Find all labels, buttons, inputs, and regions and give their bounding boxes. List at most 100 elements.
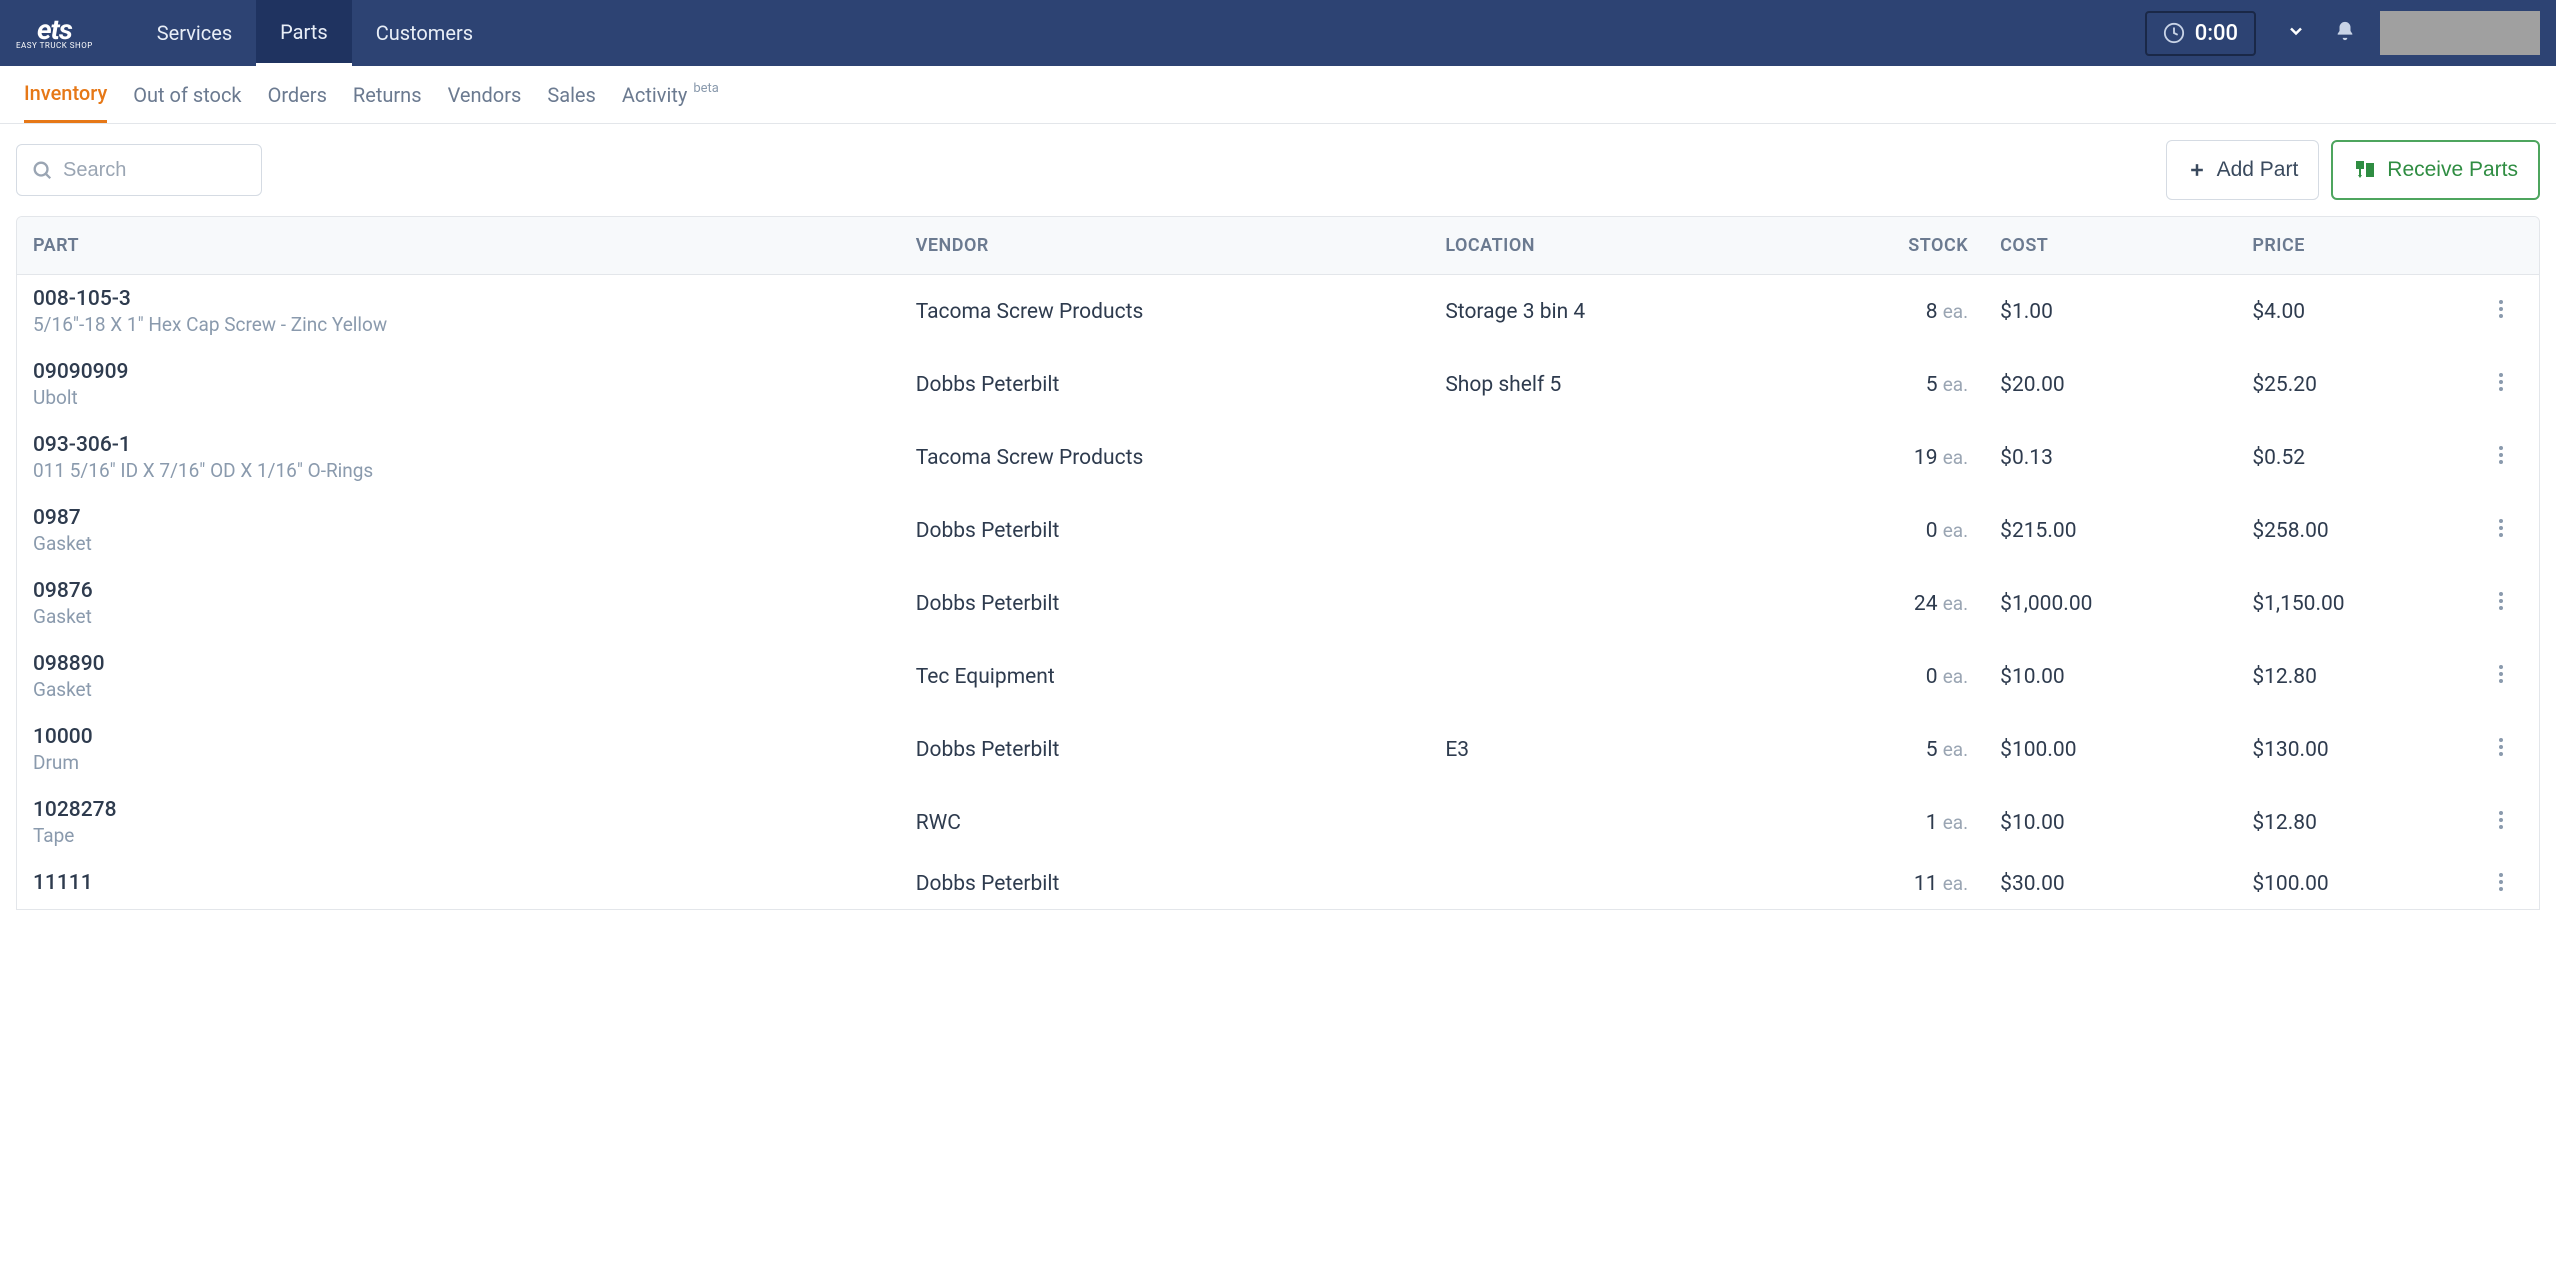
cell-cost: $10.00 (1984, 786, 2236, 859)
table-row[interactable]: 11111 Dobbs Peterbilt 11 ea. $30.00 $100… (17, 859, 2539, 909)
cell-part: 008-105-3 5/16"-18 X 1" Hex Cap Screw - … (17, 275, 900, 349)
row-actions-button[interactable] (2463, 421, 2539, 494)
add-part-button[interactable]: Add Part (2166, 140, 2320, 200)
cell-location: Shop shelf 5 (1429, 348, 1782, 421)
row-actions-button[interactable] (2463, 275, 2539, 349)
part-number: 0987 (33, 506, 884, 530)
cell-location (1429, 640, 1782, 713)
cell-price: $100.00 (2236, 859, 2463, 909)
cell-part: 09876 Gasket (17, 567, 900, 640)
sub-nav: Inventory Out of stock Orders Returns Ve… (0, 66, 2556, 124)
cell-part: 0987 Gasket (17, 494, 900, 567)
table-row[interactable]: 008-105-3 5/16"-18 X 1" Hex Cap Screw - … (17, 275, 2539, 349)
more-vertical-icon (2498, 872, 2504, 892)
row-actions-button[interactable] (2463, 786, 2539, 859)
tab-inventory[interactable]: Inventory (24, 66, 107, 123)
row-actions-button[interactable] (2463, 494, 2539, 567)
cell-part: 10000 Drum (17, 713, 900, 786)
cell-location (1429, 421, 1782, 494)
search-icon (31, 159, 53, 181)
search-box[interactable] (16, 144, 262, 196)
row-actions-button[interactable] (2463, 713, 2539, 786)
table-row[interactable]: 098890 Gasket Tec Equipment 0 ea. $10.00… (17, 640, 2539, 713)
tab-out-of-stock[interactable]: Out of stock (133, 66, 241, 123)
timer-dropdown[interactable] (2272, 21, 2320, 46)
cell-cost: $100.00 (1984, 713, 2236, 786)
part-description: Drum (33, 751, 884, 774)
cell-vendor: Dobbs Peterbilt (900, 859, 1430, 909)
cell-vendor: Dobbs Peterbilt (900, 494, 1430, 567)
tab-activity[interactable]: Activity beta (622, 66, 719, 123)
more-vertical-icon (2498, 591, 2504, 611)
col-actions (2463, 217, 2539, 275)
cell-price: $130.00 (2236, 713, 2463, 786)
nav-item-parts[interactable]: Parts (256, 0, 352, 66)
table-row[interactable]: 093-306-1 011 5/16" ID X 7/16" OD X 1/16… (17, 421, 2539, 494)
receive-parts-button[interactable]: Receive Parts (2331, 140, 2540, 200)
logo[interactable]: ets EASY TRUCK SHOP (16, 17, 93, 49)
stock-unit: ea. (1943, 738, 1968, 761)
account-menu[interactable] (2380, 11, 2540, 55)
receive-parts-label: Receive Parts (2387, 158, 2518, 182)
stock-unit: ea. (1943, 519, 1968, 542)
nav-item-customers[interactable]: Customers (352, 0, 497, 66)
row-actions-button[interactable] (2463, 859, 2539, 909)
more-vertical-icon (2498, 664, 2504, 684)
stock-unit: ea. (1943, 446, 1968, 469)
part-number: 1028278 (33, 798, 884, 822)
cell-location (1429, 494, 1782, 567)
table-row[interactable]: 10000 Drum Dobbs Peterbilt E3 5 ea. $100… (17, 713, 2539, 786)
chevron-down-icon (2286, 21, 2306, 41)
tab-sales[interactable]: Sales (547, 66, 596, 123)
row-actions-button[interactable] (2463, 567, 2539, 640)
row-actions-button[interactable] (2463, 348, 2539, 421)
plus-icon (2187, 160, 2207, 180)
col-location[interactable]: LOCATION (1429, 217, 1782, 275)
more-vertical-icon (2498, 372, 2504, 392)
part-number: 09876 (33, 579, 884, 603)
cell-stock: 0 ea. (1782, 640, 1984, 713)
cell-vendor: Tacoma Screw Products (900, 421, 1430, 494)
cell-stock: 1 ea. (1782, 786, 1984, 859)
tab-orders[interactable]: Orders (268, 66, 327, 123)
timer-button[interactable]: 0:00 (2145, 11, 2256, 56)
clock-icon (2163, 22, 2185, 44)
table-row[interactable]: 0987 Gasket Dobbs Peterbilt 0 ea. $215.0… (17, 494, 2539, 567)
cell-vendor: Tec Equipment (900, 640, 1430, 713)
cell-cost: $20.00 (1984, 348, 2236, 421)
part-description: Gasket (33, 605, 884, 628)
cell-part: 1028278 Tape (17, 786, 900, 859)
more-vertical-icon (2498, 737, 2504, 757)
tab-vendors[interactable]: Vendors (448, 66, 522, 123)
cell-vendor: Tacoma Screw Products (900, 275, 1430, 349)
col-cost[interactable]: COST (1984, 217, 2236, 275)
add-part-label: Add Part (2217, 158, 2299, 182)
tab-returns[interactable]: Returns (353, 66, 422, 123)
cell-price: $12.80 (2236, 786, 2463, 859)
col-part[interactable]: PART (17, 217, 900, 275)
cell-cost: $1.00 (1984, 275, 2236, 349)
cell-vendor: Dobbs Peterbilt (900, 713, 1430, 786)
part-description: Tape (33, 824, 884, 847)
notifications-button[interactable] (2320, 20, 2370, 47)
row-actions-button[interactable] (2463, 640, 2539, 713)
cell-price: $4.00 (2236, 275, 2463, 349)
cell-price: $25.20 (2236, 348, 2463, 421)
part-number: 10000 (33, 725, 884, 749)
col-stock[interactable]: STOCK (1782, 217, 1984, 275)
nav-item-services[interactable]: Services (133, 0, 256, 66)
more-vertical-icon (2498, 518, 2504, 538)
more-vertical-icon (2498, 810, 2504, 830)
table-row[interactable]: 09876 Gasket Dobbs Peterbilt 24 ea. $1,0… (17, 567, 2539, 640)
table-row[interactable]: 1028278 Tape RWC 1 ea. $10.00 $12.80 (17, 786, 2539, 859)
table-header-row: PART VENDOR LOCATION STOCK COST PRICE (17, 217, 2539, 275)
part-description: 5/16"-18 X 1" Hex Cap Screw - Zinc Yello… (33, 313, 884, 336)
table-row[interactable]: 09090909 Ubolt Dobbs Peterbilt Shop shel… (17, 348, 2539, 421)
part-description: 011 5/16" ID X 7/16" OD X 1/16" O-Rings (33, 459, 884, 482)
col-price[interactable]: PRICE (2236, 217, 2463, 275)
col-vendor[interactable]: VENDOR (900, 217, 1430, 275)
cell-part: 11111 (17, 859, 900, 909)
beta-badge: beta (693, 81, 719, 96)
parts-table-wrap: PART VENDOR LOCATION STOCK COST PRICE 00… (16, 216, 2540, 910)
search-input[interactable] (63, 159, 247, 182)
